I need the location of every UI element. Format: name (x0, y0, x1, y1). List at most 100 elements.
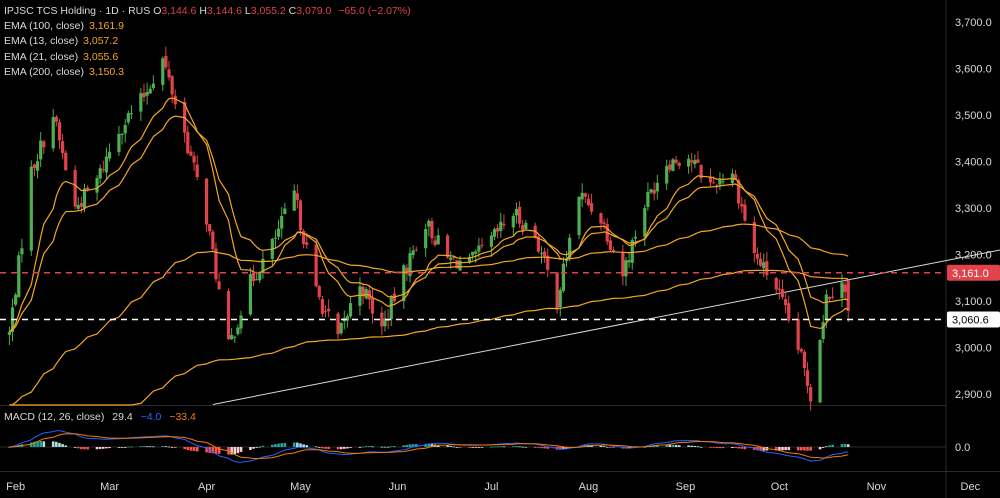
candle-body (846, 280, 850, 311)
candle-body (336, 313, 340, 335)
candle-body (280, 216, 284, 229)
indicator-value: 3,150.3 (88, 65, 124, 78)
macd-hist-bar (843, 443, 847, 447)
candle-body (608, 240, 612, 251)
macd-hist-bar (314, 446, 318, 448)
candle-body (151, 83, 155, 88)
candle-body (251, 272, 256, 282)
candle-body (514, 208, 519, 216)
indicator-row[interactable]: EMA (200, close) 3,150.3 (4, 65, 411, 80)
macd-hist-bar (609, 447, 612, 448)
macd-hist-bar (499, 446, 503, 448)
time-tick-label: Jun (389, 481, 407, 493)
candle-body (117, 133, 121, 153)
candle-body (643, 207, 647, 237)
candle-body (577, 196, 581, 236)
macd-hist-bar (274, 444, 277, 447)
macd-hist-bar (39, 441, 42, 447)
macd-hist-bar (605, 446, 609, 448)
candle-body (539, 252, 544, 254)
candle-body (258, 273, 262, 281)
candle-body (35, 161, 40, 171)
candle-body (139, 93, 143, 112)
price-tick-label: 2,900.0 (955, 389, 992, 401)
candle-body (42, 141, 46, 148)
macd-hist-bar (743, 447, 747, 450)
candle-body (126, 113, 130, 123)
macd-zero-label: 0.0 (955, 442, 970, 454)
macd-hist-bar (167, 446, 171, 448)
macd-hist-bar (458, 447, 462, 448)
ohlc-value: 3,079.0 (296, 5, 332, 17)
candle-body (583, 193, 587, 197)
indicator-row[interactable]: EMA (100, close) 3,161.9 (4, 19, 411, 34)
candle-body (774, 277, 778, 290)
candle-body (107, 151, 112, 159)
candle-body (821, 322, 825, 340)
price-tick-label: 3,300.0 (955, 203, 992, 215)
candle-body (17, 255, 21, 298)
candle-body (29, 166, 33, 251)
macd-hist-bar (840, 444, 844, 447)
macd-hist-bar (518, 446, 521, 448)
candle-body (665, 165, 669, 184)
candle-body (602, 222, 606, 224)
candle-body (79, 203, 83, 207)
candle-body (743, 204, 747, 221)
candle-body (740, 204, 744, 207)
time-tick-label: Nov (867, 481, 887, 493)
price-tag-label: 3,060.6 (952, 315, 989, 327)
price-tick-label: 3,000.0 (955, 343, 992, 355)
candle-body (668, 164, 672, 170)
macd-hist-bar (809, 447, 812, 451)
macd-hist-bar (799, 447, 803, 451)
candle-body (721, 181, 725, 183)
macd-hist-bar (474, 447, 478, 448)
candle-body (517, 206, 522, 224)
candle-body (129, 113, 134, 115)
indicator-row[interactable]: EMA (13, close) 3,057.2 (4, 34, 411, 49)
indicator-label: EMA (21, close) (4, 50, 79, 63)
candle-body (123, 124, 127, 134)
macd-hist-bar (408, 444, 412, 447)
candle-body (671, 159, 675, 171)
candle-body (248, 274, 252, 315)
macd-hist-bar (455, 447, 459, 448)
candle-body (142, 92, 146, 98)
symbol-title: IPJSC TCS Holding · 1D · RUS (4, 5, 151, 17)
candle-body (502, 223, 506, 226)
macd-hist-bar (502, 446, 506, 448)
candle-body (323, 311, 328, 313)
macd-hist-bar (740, 447, 744, 449)
macd-hist-bar (123, 447, 127, 448)
candle-body (799, 349, 803, 352)
macd-hist-bar (796, 447, 800, 451)
candle-body (599, 213, 603, 224)
macd-hist-bar (280, 443, 283, 447)
candle-body (305, 242, 309, 245)
macd-hist-bar (602, 446, 606, 447)
candle-body (214, 248, 218, 280)
macd-hist-bar (393, 446, 396, 447)
macd-hist-bar (117, 447, 121, 448)
candle-body (358, 286, 362, 306)
macd-hist-value: −33.4 (169, 411, 196, 423)
candle-body (273, 237, 278, 239)
macd-legend: MACD (12, 26, close) 29.4 −4.0 −33.4 (4, 411, 201, 423)
candle-body (104, 156, 109, 173)
candle-body (314, 244, 318, 287)
indicator-label: EMA (200, close) (4, 65, 84, 78)
macd-hist-bar (358, 447, 362, 448)
indicator-row[interactable]: EMA (21, close) 3,055.6 (4, 50, 411, 65)
macd-hist-bar (101, 447, 105, 449)
price-tag-label: 3,161.0 (952, 268, 989, 280)
candle-body (211, 231, 215, 250)
candle-body (39, 140, 43, 160)
macd-hist-bar (687, 445, 690, 447)
candle-body (208, 224, 212, 232)
candle-body (755, 253, 760, 259)
candle-body (233, 336, 237, 338)
macd-hist-bar (283, 442, 287, 447)
macd-hist-bar (405, 444, 409, 447)
macd-hist-bar (386, 446, 390, 448)
